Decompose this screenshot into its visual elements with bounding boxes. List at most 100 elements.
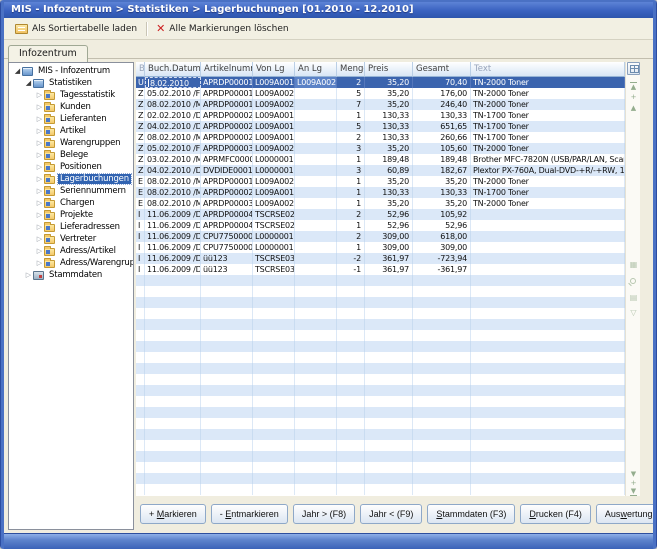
expand-arrow-icon[interactable]: ▷: [24, 271, 33, 280]
tree-item-statistiken[interactable]: ◢Statistiken: [9, 77, 133, 89]
expand-arrow-icon[interactable]: ▷: [35, 259, 44, 268]
table-row[interactable]: Z05.02.2010 /FrAPRDP00001L009A002535,201…: [136, 88, 640, 99]
table-row[interactable]: I11.06.2009 /DoAPRDP00004TSCRSE02152,965…: [136, 220, 640, 231]
cell-von: [253, 396, 295, 407]
drucken-button[interactable]: Drucken (F4): [520, 504, 591, 524]
expand-arrow-icon[interactable]: ▷: [35, 211, 44, 220]
table-row[interactable]: I11.06.2009 /Doüü123TSCRSE03-1361,97-361…: [136, 264, 640, 275]
cell-an: [295, 319, 337, 330]
filter-icon[interactable]: ▽: [628, 308, 639, 318]
expand-arrow-icon[interactable]: ▷: [35, 139, 44, 148]
table-row[interactable]: Z04.02.2010 /DoDVDIDE00016L0000001360,89…: [136, 165, 640, 176]
stammdaten-button[interactable]: Stammdaten (F3): [427, 504, 515, 524]
table-row[interactable]: I11.06.2009 /DoAPRDP00004TSCRSE02252,961…: [136, 209, 640, 220]
table-row[interactable]: E08.02.2010 /MoAPRDP00002L009A0011130,33…: [136, 187, 640, 198]
table-row[interactable]: Z08.02.2010 /MoAPRDP00002L009A0012130,33…: [136, 132, 640, 143]
tree-item-seriennummern[interactable]: ▷Seriennummern: [9, 185, 133, 197]
cell-artikel: [201, 473, 253, 484]
tree-item-mis-infozentrum[interactable]: ◢MIS - Infozentrum: [9, 65, 133, 77]
auswertung-button[interactable]: Auswertung (Return): [596, 504, 657, 524]
column-header-preis[interactable]: Preis: [365, 62, 413, 77]
scroll-plus-down-icon[interactable]: +: [626, 479, 641, 487]
tree-item-chargen[interactable]: ▷Chargen: [9, 197, 133, 209]
cell-artikel: [201, 418, 253, 429]
search-icon[interactable]: [630, 278, 636, 284]
cell-datum: 04.02.2010 /Do: [145, 165, 201, 176]
table-row[interactable]: I11.06.2009 /DoCPU77500007L00000012309,0…: [136, 231, 640, 242]
expand-arrow-icon[interactable]: ▷: [35, 103, 44, 112]
folder-icon: [44, 260, 55, 268]
column-header-von[interactable]: Von Lg: [253, 62, 295, 77]
grid-view-icon[interactable]: ▦: [628, 260, 639, 270]
table-row[interactable]: I11.06.2009 /Doüü123TSCRSE03-2361,97-723…: [136, 253, 640, 264]
tree-item-positionen[interactable]: ▷Positionen: [9, 161, 133, 173]
expand-arrow-icon[interactable]: ▷: [35, 127, 44, 136]
table-row[interactable]: Z05.02.2010 /FrAPRDP00003L009A002335,201…: [136, 143, 640, 154]
cell-von: [253, 462, 295, 473]
toolbar: Als Sortiertabelle laden ✕ Alle Markieru…: [4, 18, 653, 40]
cell-preis: [365, 308, 413, 319]
cell-artikel: [201, 363, 253, 374]
table-row[interactable]: E08.02.2010 /MoAPRDP00001L009A002135,203…: [136, 176, 640, 187]
tree-item-kunden[interactable]: ▷Kunden: [9, 101, 133, 113]
expand-arrow-icon[interactable]: ▷: [35, 247, 44, 256]
cell-an: [295, 484, 337, 495]
scroll-plus-up-icon[interactable]: +: [626, 93, 641, 101]
markieren-button[interactable]: + Markieren: [140, 504, 206, 524]
jahr-vor-button[interactable]: Jahr > (F8): [293, 504, 355, 524]
clear-all-marks-button[interactable]: ✕ Alle Markierungen löschen: [150, 21, 295, 36]
expand-arrow-icon[interactable]: ▷: [35, 91, 44, 100]
tree-item-lieferadressen[interactable]: ▷Lieferadressen: [9, 221, 133, 233]
load-as-sort-table-button[interactable]: Als Sortiertabelle laden: [9, 22, 143, 36]
table-row[interactable]: Z03.02.2010 /MiAPRMFC00001L00000011189,4…: [136, 154, 640, 165]
scroll-down-icon[interactable]: ▼: [626, 470, 641, 478]
tree-item-stammdaten[interactable]: ▷Stammdaten: [9, 269, 133, 281]
expand-arrow-icon[interactable]: ▷: [35, 199, 44, 208]
grid-scrollbar[interactable]: ▲ + ▲ ▦ ▤ ▽ ▼ + ▼: [625, 62, 640, 496]
column-header-b[interactable]: B: [136, 62, 145, 77]
tree-item-adress-artikel[interactable]: ▷Adress/Artikel: [9, 245, 133, 257]
column-header-gesamt[interactable]: Gesamt: [413, 62, 471, 77]
column-header-text[interactable]: Text: [471, 62, 625, 77]
tree-item-lagerbuchungen[interactable]: ▷Lagerbuchungen: [9, 173, 133, 185]
expand-arrow-icon[interactable]: ▷: [35, 163, 44, 172]
table-row[interactable]: Z04.02.2010 /DoAPRDP00002L009A0015130,33…: [136, 121, 640, 132]
column-header-datum[interactable]: Buch.Datum: [145, 62, 201, 77]
expand-arrow-icon[interactable]: ▷: [35, 235, 44, 244]
scroll-to-bottom-icon[interactable]: ▼: [630, 487, 637, 496]
jahr-zurueck-button[interactable]: Jahr < (F9): [360, 504, 422, 524]
table-row[interactable]: I11.06.2009 /DoCPU77500007L00000011309,0…: [136, 242, 640, 253]
collapse-arrow-icon[interactable]: ◢: [13, 67, 22, 76]
column-header-an[interactable]: An Lg: [295, 62, 337, 77]
table-row[interactable]: E08.02.2010 /MoAPRDP00003L009A002135,203…: [136, 198, 640, 209]
tree-item-vertreter[interactable]: ▷Vertreter: [9, 233, 133, 245]
tree-item-tagesstatistik[interactable]: ▷Tagesstatistik: [9, 89, 133, 101]
tree-item-lieferanten[interactable]: ▷Lieferanten: [9, 113, 133, 125]
column-header-menge[interactable]: Menge: [337, 62, 365, 77]
scroll-to-top-icon[interactable]: ▲: [630, 82, 637, 91]
expand-arrow-icon[interactable]: ▷: [35, 115, 44, 124]
column-chooser-button[interactable]: [627, 62, 640, 75]
cell-datum: [145, 418, 201, 429]
tree-item-adress-warengruppen[interactable]: ▷Adress/Warengruppen: [9, 257, 133, 269]
scroll-up-icon[interactable]: ▲: [626, 104, 641, 112]
expand-arrow-icon[interactable]: ▷: [35, 187, 44, 196]
tree-item-belege[interactable]: ▷Belege: [9, 149, 133, 161]
table-row[interactable]: Z02.02.2010 /DiAPRDP00002L009A0011130,33…: [136, 110, 640, 121]
column-header-artikel[interactable]: Artikelnummer: [201, 62, 253, 77]
expand-arrow-icon[interactable]: ▷: [35, 223, 44, 232]
table-row[interactable]: Z08.02.2010 /MoAPRDP00001L009A002735,202…: [136, 99, 640, 110]
list-view-icon[interactable]: ▤: [628, 293, 639, 303]
tree-item-artikel[interactable]: ▷Artikel: [9, 125, 133, 137]
cell-b: I: [136, 253, 145, 264]
entmarkieren-button[interactable]: - Entmarkieren: [211, 504, 288, 524]
tree-item-warengruppen[interactable]: ▷Warengruppen: [9, 137, 133, 149]
collapse-arrow-icon[interactable]: ◢: [24, 79, 33, 88]
expand-arrow-icon[interactable]: ▷: [35, 175, 44, 184]
tab-infozentrum[interactable]: Infozentrum: [8, 45, 88, 62]
table-row[interactable]: U8.02.2010APRDP00001L009A001L009A002235,…: [136, 77, 640, 88]
tree-item-projekte[interactable]: ▷Projekte: [9, 209, 133, 221]
cell-artikel: APRDP00002: [201, 187, 253, 198]
expand-arrow-icon[interactable]: ▷: [35, 151, 44, 160]
cell-an: [295, 121, 337, 132]
